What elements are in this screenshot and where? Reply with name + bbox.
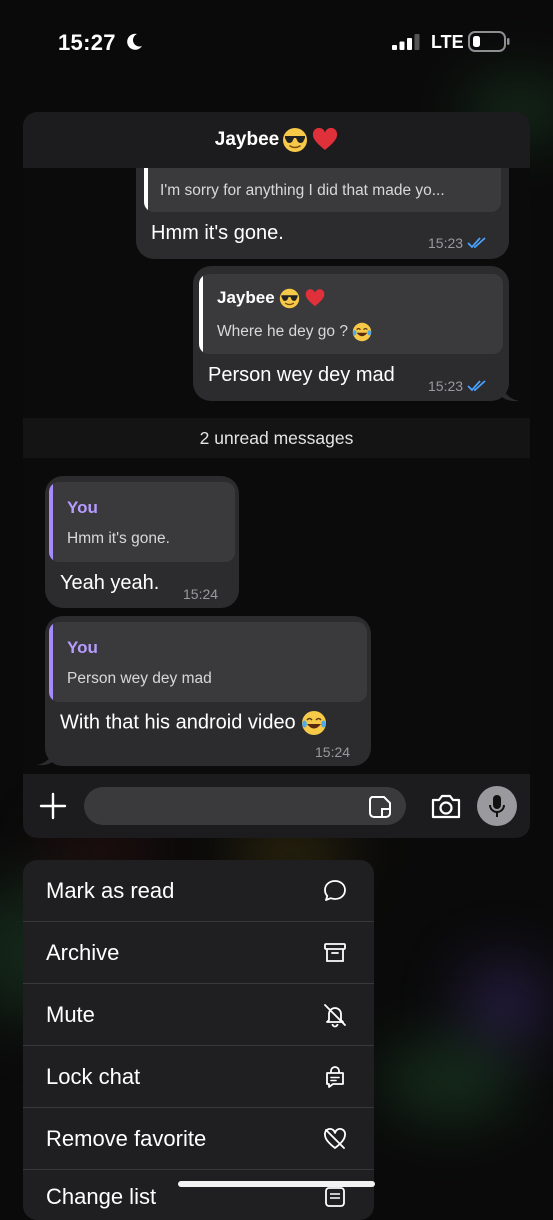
quoted-sender: Jaybee [217,288,325,309]
message-time: 15:24 [183,586,219,602]
message-meta: 15:24 [315,744,350,760]
chat-title: Jaybee [214,129,280,150]
tears-of-joy-emoji-icon [353,322,372,342]
menu-item-mute[interactable]: Mute [23,984,374,1046]
bubble-tail [37,748,55,766]
bubble-tail [501,384,519,402]
message-composer [23,774,530,838]
menu-item-archive[interactable]: Archive [23,922,374,984]
message-time: 15:23 [428,235,464,251]
microphone-icon [489,795,505,817]
message-time: 15:23 [428,378,464,394]
chat-bubble-icon [324,879,346,901]
incoming-message-bubble[interactable]: You Person wey dey mad With that his and… [45,616,371,766]
menu-item-lock-chat[interactable]: Lock chat [23,1046,374,1108]
context-menu: Mark as read Archive Mute Lock chat Remo… [23,860,374,1220]
message-input[interactable] [84,787,406,825]
quoted-message[interactable]: You Person wey dey mad [49,622,367,702]
incoming-message-bubble[interactable]: You Hmm it's gone. Yeah yeah. 15:24 [45,476,239,608]
double-check-icon [467,237,486,249]
archive-box-icon [324,942,346,962]
network-type: LTE [431,32,464,52]
menu-item-mark-as-read[interactable]: Mark as read [23,860,374,922]
plus-icon[interactable] [38,791,68,821]
status-bar: 15:27 LTE [0,0,553,86]
message-meta: 15:23 [428,378,487,394]
message-text: With that his android video [60,710,327,736]
cellular-signal-icon [392,34,420,50]
bell-slash-icon [324,1003,346,1027]
outgoing-message-bubble[interactable]: Jaybee Where he dey go ? Person wey dey … [193,266,509,401]
quoted-text: Hmm it's gone. [67,530,170,547]
message-meta: 15:23 [428,235,487,251]
quoted-sender: You [67,638,98,657]
message-text: Hmm it's gone. [151,222,284,244]
quoted-text: I'm sorry for anything I did that made y… [160,182,445,199]
list-icon [325,1187,345,1207]
quoted-text: Person wey dey mad [67,670,212,687]
red-heart-emoji-icon [313,128,338,150]
message-meta: 15:24 [183,586,218,602]
message-text: Person wey dey mad [208,364,395,386]
quoted-text: Where he dey go ? [217,322,372,342]
quoted-sender: You [67,498,98,517]
double-check-icon [467,380,486,392]
chat-preview[interactable]: Jaybee I'm sorry for anything I did that… [23,112,530,838]
home-indicator[interactable] [178,1181,375,1187]
battery-icon [468,31,510,52]
message-time: 15:24 [315,744,351,760]
moon-icon [127,33,142,50]
chat-header: Jaybee [23,112,530,168]
unread-label: 2 unread messages [199,427,354,448]
menu-item-change-list[interactable]: Change list [23,1170,374,1220]
quoted-message[interactable]: Jaybee Where he dey go ? [199,274,503,354]
heart-slash-icon [324,1127,346,1149]
microphone-button[interactable] [477,786,517,826]
sticker-icon[interactable] [368,795,392,819]
lock-chat-icon [326,1065,344,1088]
camera-icon[interactable] [430,791,462,821]
tears-of-joy-emoji-icon [302,711,327,735]
status-time: 15:27 [58,30,116,55]
unread-messages-divider: 2 unread messages [23,418,530,458]
quoted-message[interactable]: You Hmm it's gone. [49,482,235,562]
sunglasses-emoji-icon [283,128,308,152]
message-text: Yeah yeah. [60,572,160,594]
menu-item-remove-favorite[interactable]: Remove favorite [23,1108,374,1170]
red-heart-emoji-icon [305,289,325,307]
sunglasses-emoji-icon [280,288,300,309]
